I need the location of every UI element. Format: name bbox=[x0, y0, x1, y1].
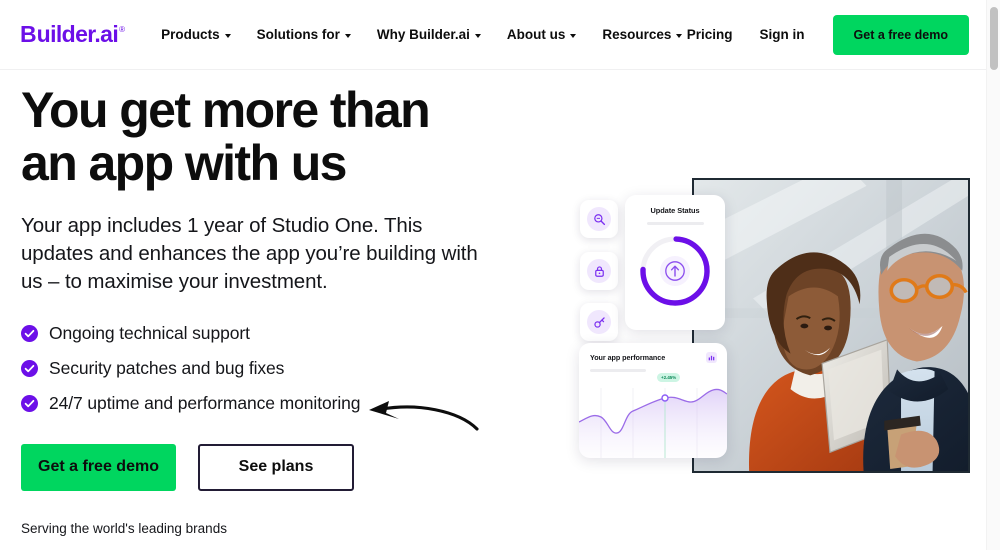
pricing-link[interactable]: Pricing bbox=[687, 27, 733, 42]
hero-content: You get more than an app with us Your ap… bbox=[21, 84, 541, 536]
performance-change-badge: +2.45% bbox=[657, 373, 681, 382]
magnifier-icon bbox=[593, 213, 605, 225]
brand-logo[interactable]: B uilder.ai ® bbox=[20, 21, 126, 47]
main-nav: Products Solutions for Why Builder.ai Ab… bbox=[161, 27, 683, 42]
nav-item-solutions-for[interactable]: Solutions for bbox=[257, 27, 351, 42]
icon-bubble bbox=[587, 207, 611, 231]
nav-item-resources[interactable]: Resources bbox=[602, 27, 683, 42]
header-actions: Pricing Sign in Get a free demo bbox=[687, 14, 969, 55]
list-item-label: 24/7 uptime and performance monitoring bbox=[49, 392, 361, 413]
hero-subheading: Your app includes 1 year of Studio One. … bbox=[21, 214, 478, 293]
nav-label: Products bbox=[161, 27, 220, 42]
list-item-label: Ongoing technical support bbox=[49, 322, 250, 343]
nav-label: Solutions for bbox=[256, 27, 340, 42]
chevron-down-icon bbox=[570, 33, 577, 38]
scrollbar-thumb[interactable] bbox=[990, 7, 998, 70]
nav-label: Why Builder.ai bbox=[376, 27, 470, 42]
logo-b-mark: B bbox=[20, 21, 37, 47]
nav-item-why-builder-ai[interactable]: Why Builder.ai bbox=[377, 27, 481, 42]
skeleton-bar bbox=[590, 369, 646, 372]
icon-card-key[interactable] bbox=[580, 303, 618, 341]
header-get-a-free-demo-button[interactable]: Get a free demo bbox=[832, 14, 969, 55]
progress-ring bbox=[640, 236, 710, 306]
icon-bubble bbox=[587, 259, 611, 283]
lock-icon bbox=[594, 265, 604, 277]
nav-item-products[interactable]: Products bbox=[161, 27, 231, 42]
check-circle-icon bbox=[21, 394, 38, 412]
chevron-down-icon bbox=[474, 33, 481, 38]
feature-list: Ongoing technical support Security patch… bbox=[21, 323, 541, 414]
site-header: B uilder.ai ® Products Solutions for Why… bbox=[0, 0, 992, 70]
logo-wordmark: uilder.ai bbox=[36, 21, 119, 47]
cta-row: Get a free demo See plans bbox=[21, 400, 541, 491]
sign-in-link[interactable]: Sign in bbox=[760, 27, 805, 42]
registered-mark-icon: ® bbox=[119, 25, 126, 34]
list-item: Ongoing technical support bbox=[21, 323, 541, 344]
page-root: B uilder.ai ® Products Solutions for Why… bbox=[0, 0, 1000, 550]
see-plans-button[interactable]: See plans bbox=[198, 443, 354, 491]
key-icon bbox=[593, 316, 605, 328]
nav-label: About us bbox=[506, 27, 566, 42]
app-performance-title: Your app performance bbox=[590, 353, 666, 362]
nav-item-about-us[interactable]: About us bbox=[507, 27, 577, 42]
get-a-free-demo-button[interactable]: Get a free demo bbox=[21, 443, 176, 491]
card-header: Your app performance bbox=[579, 343, 727, 363]
progress-ring-wrap bbox=[625, 231, 725, 311]
hero-photo-artwork bbox=[694, 180, 968, 471]
nav-label: Resources bbox=[602, 27, 672, 42]
icon-card-magnifier[interactable] bbox=[580, 200, 618, 238]
chevron-down-icon bbox=[676, 33, 683, 38]
list-item: Security patches and bug fixes bbox=[21, 358, 541, 379]
page-scrollbar[interactable] bbox=[986, 0, 1000, 550]
performance-area-chart bbox=[579, 388, 727, 458]
check-circle-icon bbox=[21, 359, 38, 377]
list-item: 24/7 uptime and performance monitoring bbox=[21, 393, 541, 414]
bar-chart-icon bbox=[706, 352, 717, 363]
icon-card-lock[interactable] bbox=[580, 252, 618, 290]
list-item-label: Security patches and bug fixes bbox=[49, 357, 285, 378]
hero-illustration: Update Status Your app performance +2.45… bbox=[570, 168, 982, 480]
check-circle-icon bbox=[21, 324, 38, 342]
chevron-down-icon bbox=[224, 33, 231, 38]
page-title: You get more than an app with us bbox=[21, 82, 431, 191]
app-performance-card: Your app performance +2.45% bbox=[579, 343, 727, 458]
chevron-down-icon bbox=[344, 33, 351, 38]
update-status-title: Update Status bbox=[650, 206, 700, 215]
icon-bubble bbox=[587, 310, 611, 334]
skeleton-bar bbox=[646, 222, 704, 225]
serving-brands-text: Serving the world's leading brands bbox=[21, 520, 227, 536]
update-status-card: Update Status bbox=[625, 195, 725, 330]
hero-photo bbox=[692, 178, 970, 473]
